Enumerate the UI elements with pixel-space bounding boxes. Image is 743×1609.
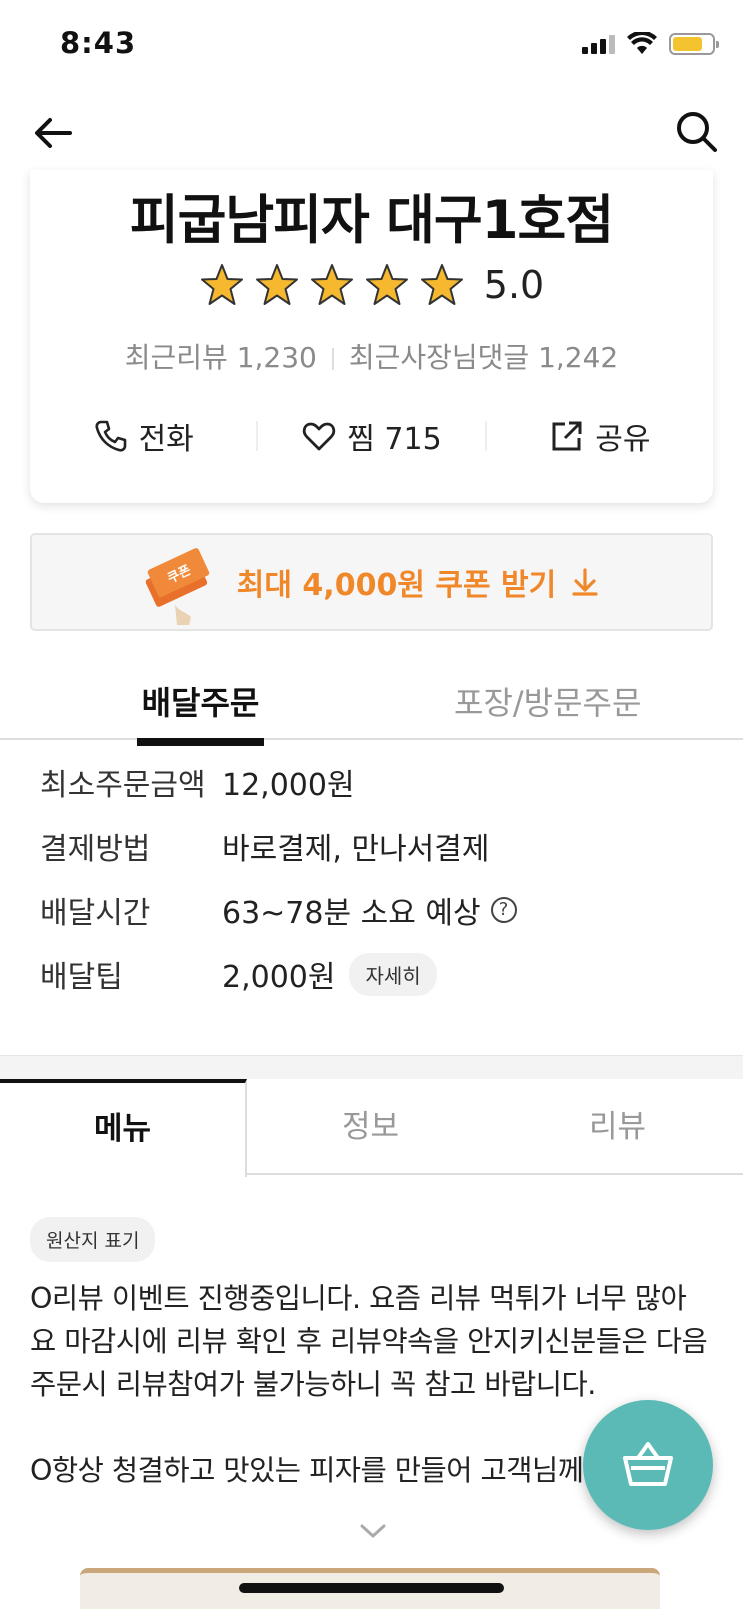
tab-menu[interactable]: 메뉴 [0, 1079, 247, 1177]
battery-icon [669, 33, 719, 55]
delivery-info: 최소주문금액 12,000원 결제방법 바로결제, 만나서결제 배달시간 63~… [0, 760, 743, 1016]
share-button[interactable]: 공유 [487, 414, 713, 458]
store-name: 피굽남피자 대구1호점 [129, 190, 614, 251]
info-value: 63~78분 소요 예상 ? [222, 888, 517, 932]
store-actions: 전화 찜 715 공유 [30, 406, 713, 466]
info-value: 12,000원 [222, 760, 355, 804]
recent-reviews[interactable]: 최근리뷰 1,230 [125, 341, 317, 374]
order-type-tabs: 배달주문 포장/방문주문 [0, 652, 743, 746]
store-card: 피굽남피자 대구1호점 5.0 최근리뷰 1,230 최근사장님댓글 1,242 … [30, 170, 713, 503]
info-label: 배달시간 [40, 896, 151, 931]
chevron-down-icon[interactable] [357, 1515, 389, 1547]
back-button[interactable] [30, 110, 76, 156]
origin-label-button[interactable]: 원산지 표기 [30, 1217, 156, 1262]
phone-icon [95, 420, 126, 452]
arrow-left-icon [35, 118, 72, 148]
rating-row: 5.0 [30, 262, 713, 308]
basket-icon [623, 1442, 673, 1486]
payment-value: 바로결제, 만나서결제 [222, 832, 490, 867]
top-nav [0, 92, 743, 172]
info-label: 배달팁 [40, 960, 123, 995]
info-row-delivery-tip: 배달팁 2,000원 자세히 [0, 952, 743, 1016]
call-button[interactable]: 전화 [30, 414, 256, 458]
star-icon [310, 264, 353, 305]
review-counts: 최근리뷰 1,230 최근사장님댓글 1,242 [30, 336, 713, 376]
coupon-label: 최대 4,000원 쿠폰 받기 [236, 568, 557, 603]
download-arrow-icon [572, 568, 598, 596]
status-time: 8:43 [60, 26, 137, 60]
home-indicator [239, 1583, 504, 1593]
share-label: 공유 [595, 422, 651, 457]
call-label: 전화 [138, 422, 194, 457]
cart-button[interactable] [583, 1400, 713, 1530]
tab-info[interactable]: 정보 [247, 1079, 494, 1175]
info-value: 바로결제, 만나서결제 [222, 824, 489, 868]
signal-icon [582, 34, 615, 54]
info-label: 결제방법 [40, 832, 151, 867]
favorite-label: 찜 715 [347, 422, 442, 457]
content-tabs: 메뉴 정보 리뷰 [0, 1079, 743, 1177]
info-value: 2,000원 자세히 [222, 952, 437, 996]
status-icons [582, 32, 719, 56]
delivery-tip-value: 2,000원 [222, 960, 336, 995]
info-row-min-order: 최소주문금액 12,000원 [0, 760, 743, 824]
heart-icon [303, 422, 336, 451]
tab-review[interactable]: 리뷰 [494, 1079, 741, 1175]
status-bar: 8:43 [0, 0, 743, 92]
delivery-time-value: 63~78분 소요 예상 [222, 896, 481, 931]
min-order-value: 12,000원 [222, 768, 355, 803]
divider [331, 348, 334, 370]
section-divider [0, 1055, 743, 1079]
star-icon [255, 264, 298, 305]
favorite-button[interactable]: 찜 715 [258, 414, 484, 458]
info-label: 최소주문금액 [40, 768, 206, 803]
recent-owner-replies[interactable]: 최근사장님댓글 1,242 [349, 341, 618, 374]
search-button[interactable] [673, 108, 721, 156]
share-icon [552, 421, 582, 451]
help-icon[interactable]: ? [490, 897, 517, 923]
info-row-delivery-time: 배달시간 63~78분 소요 예상 ? [0, 888, 743, 952]
rating-value: 5.0 [483, 263, 545, 307]
info-row-payment: 결제방법 바로결제, 만나서결제 [0, 824, 743, 888]
notice-paragraph: O리뷰 이벤트 진행중입니다. 요즘 리뷰 먹튀가 너무 많아요 마감시에 리뷰… [30, 1282, 708, 1401]
tip-detail-button[interactable]: 자세히 [349, 952, 437, 996]
tab-delivery[interactable]: 배달주문 [137, 678, 264, 746]
star-icon [200, 264, 243, 305]
search-icon [677, 112, 717, 152]
coupon-button[interactable]: 쿠폰 최대 4,000원 쿠폰 받기 [30, 533, 713, 631]
star-icon [420, 264, 463, 305]
wifi-icon [627, 32, 657, 54]
coupon-ticket-icon: 쿠폰 [145, 548, 209, 625]
star-icon [365, 264, 408, 305]
tab-pickup[interactable]: 포장/방문주문 [454, 678, 641, 724]
